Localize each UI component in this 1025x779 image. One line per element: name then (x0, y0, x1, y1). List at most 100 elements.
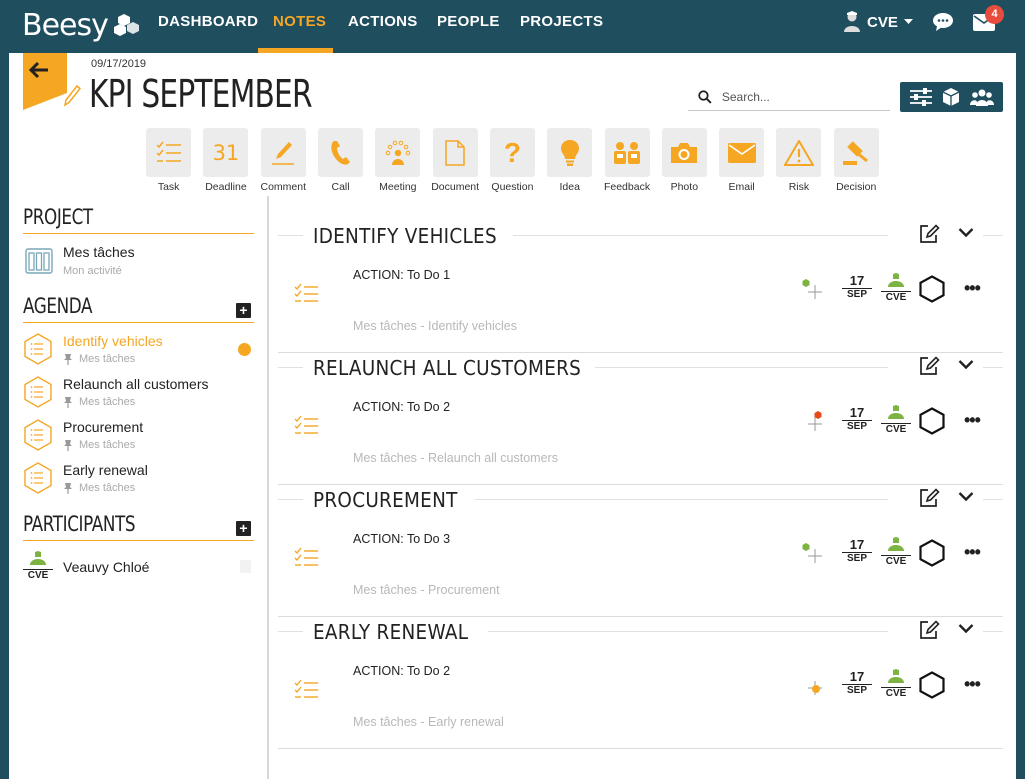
add-agenda-button[interactable]: + (236, 303, 251, 318)
edit-icon[interactable] (918, 487, 940, 509)
nav-notes[interactable]: NOTES (273, 0, 326, 53)
participant-checkbox[interactable] (240, 560, 251, 573)
priority-indicator-icon[interactable] (802, 411, 828, 433)
agenda-item[interactable]: Early renewal Mes tâches (23, 462, 258, 502)
project-name: Mes tâches (63, 244, 135, 260)
action-text[interactable]: ACTION: To Do 3 (353, 532, 450, 546)
note-type-call[interactable]: Call (312, 128, 369, 193)
more-options-button[interactable]: ••• (964, 278, 981, 299)
note-type-label: Call (331, 181, 350, 193)
nav-people[interactable]: PEOPLE (437, 0, 500, 53)
note-type-feedback[interactable]: Feedback (598, 128, 655, 193)
project-item[interactable]: Mes tâches Mon activité (23, 243, 258, 281)
section-rule (595, 367, 888, 368)
note-type-question[interactable]: ? Question (484, 128, 541, 193)
note-type-risk[interactable]: Risk (770, 128, 827, 193)
edit-title-pencil-icon[interactable] (62, 83, 82, 107)
agenda-item[interactable]: Relaunch all customers Mes tâches (23, 376, 258, 416)
edit-icon[interactable] (918, 355, 940, 377)
project-box-icon[interactable] (942, 87, 960, 107)
task-icon (294, 415, 318, 434)
owner-chip[interactable]: CVE (881, 669, 911, 700)
status-hexagon-icon[interactable] (919, 671, 945, 699)
status-hexagon-icon[interactable] (919, 407, 945, 435)
participant-item[interactable]: CVE Veauvy Chloé (23, 551, 258, 581)
search-input[interactable] (721, 89, 890, 104)
calendar-icon: 31 (212, 140, 240, 165)
nav-dashboard[interactable]: DASHBOARD (158, 0, 258, 53)
due-date-chip[interactable]: 17 SEP (842, 274, 872, 301)
section-rule (983, 367, 1003, 368)
note-type-decision[interactable]: Decision (828, 128, 885, 193)
priority-indicator-icon[interactable] (802, 279, 828, 301)
more-options-button[interactable]: ••• (964, 410, 981, 431)
note-type-email[interactable]: Email (713, 128, 770, 193)
search-bar[interactable] (688, 83, 890, 111)
more-options-button[interactable]: ••• (964, 542, 981, 563)
user-avatar-icon (30, 551, 46, 565)
more-options-button[interactable]: ••• (964, 674, 981, 695)
pin-icon (64, 353, 72, 365)
note-type-label: Photo (670, 181, 699, 193)
edit-icon[interactable] (918, 223, 940, 245)
chevron-down-icon[interactable] (958, 491, 974, 502)
filter-sliders-icon[interactable] (909, 87, 933, 107)
due-date-chip[interactable]: 17 SEP (842, 670, 872, 697)
priority-indicator-icon[interactable] (802, 675, 828, 697)
sidebar-divider (267, 196, 269, 779)
note-type-comment[interactable]: Comment (255, 128, 312, 193)
agenda-hexagon-icon (24, 419, 52, 451)
task-icon (294, 283, 318, 302)
section-title[interactable]: RELAUNCH ALL CUSTOMERS (313, 356, 581, 380)
nav-projects[interactable]: PROJECTS (520, 0, 603, 53)
agenda-item-sub: Mes tâches (63, 439, 135, 451)
status-hexagon-icon[interactable] (919, 539, 945, 567)
owner-chip[interactable]: CVE (881, 537, 911, 568)
note-type-meeting[interactable]: Meeting (369, 128, 426, 193)
section-title[interactable]: IDENTIFY VEHICLES (313, 224, 497, 248)
note-type-idea[interactable]: Idea (541, 128, 598, 193)
back-button[interactable] (23, 53, 67, 110)
nav-actions[interactable]: ACTIONS (348, 0, 418, 53)
user-avatar-icon (844, 11, 860, 32)
action-text[interactable]: ACTION: To Do 2 (353, 664, 450, 678)
note-type-task[interactable]: Task (140, 128, 197, 193)
status-hexagon-icon[interactable] (919, 275, 945, 303)
participants-group-icon[interactable] (970, 87, 995, 107)
due-date-chip[interactable]: 17 SEP (842, 406, 872, 433)
project-heading: PROJECT (23, 205, 254, 234)
note-type-document[interactable]: Document (426, 128, 483, 193)
note-type-deadline[interactable]: 31 Deadline (197, 128, 254, 193)
search-icon (698, 89, 712, 104)
agenda-item[interactable]: Identify vehicles Mes tâches (23, 333, 258, 373)
agenda-item-sub: Mes tâches (63, 482, 135, 494)
section-rule (488, 631, 888, 632)
section-rule (983, 235, 1003, 236)
chevron-down-icon[interactable] (958, 227, 974, 238)
chevron-down-icon[interactable] (958, 623, 974, 634)
section-title[interactable]: EARLY RENEWAL (313, 620, 468, 644)
section-title[interactable]: PROCUREMENT (313, 488, 458, 512)
action-text[interactable]: ACTION: To Do 2 (353, 400, 450, 414)
note-type-label: Risk (788, 181, 810, 193)
user-menu[interactable]: CVE (843, 10, 913, 34)
top-navigation-bar: Beesy DASHBOARD NOTES ACTIONS PEOPLE PRO… (0, 0, 1025, 53)
edit-icon[interactable] (918, 619, 940, 641)
note-type-label: Idea (559, 181, 580, 193)
owner-chip[interactable]: CVE (881, 405, 911, 436)
beesy-logo[interactable]: Beesy (22, 8, 140, 43)
pin-icon (64, 482, 72, 494)
note-type-photo[interactable]: Photo (656, 128, 713, 193)
priority-indicator-icon[interactable] (802, 543, 828, 565)
chevron-down-icon[interactable] (958, 359, 974, 370)
add-participant-button[interactable]: + (236, 521, 251, 536)
section-header: RELAUNCH ALL CUSTOMERS (278, 353, 1003, 383)
agenda-item[interactable]: Procurement Mes tâches (23, 419, 258, 459)
owner-chip[interactable]: CVE (881, 273, 911, 304)
due-date-chip[interactable]: 17 SEP (842, 538, 872, 565)
action-text[interactable]: ACTION: To Do 1 (353, 268, 450, 282)
phone-icon (330, 140, 350, 165)
section-header: EARLY RENEWAL (278, 617, 1003, 647)
pencil-icon (272, 141, 295, 165)
chat-icon[interactable] (932, 12, 954, 32)
